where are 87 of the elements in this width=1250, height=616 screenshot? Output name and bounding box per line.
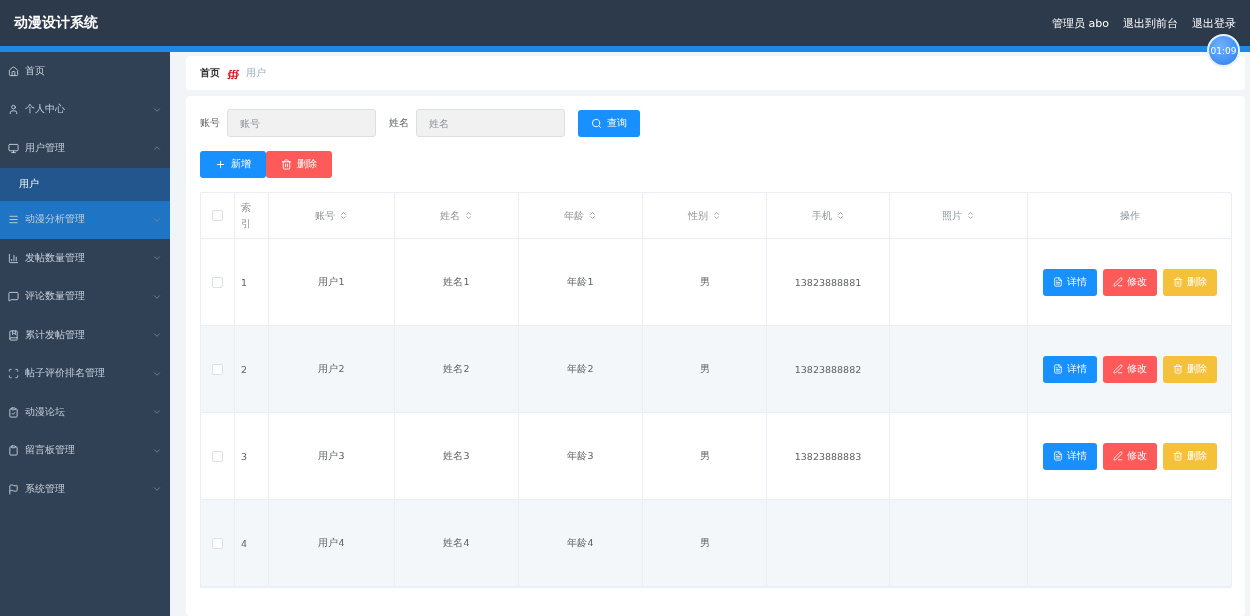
checkbox[interactable] xyxy=(212,276,223,288)
header-link[interactable]: 退出登录 xyxy=(1192,15,1236,31)
sort-icon xyxy=(966,211,975,220)
home-icon xyxy=(8,65,19,77)
table-cell: 13823888882 xyxy=(767,326,890,413)
sidebar-item[interactable]: 个人中心 xyxy=(0,90,170,129)
pen-icon xyxy=(1112,364,1123,374)
column-header: 操作 xyxy=(1119,208,1140,223)
table-cell: 年龄4 xyxy=(519,500,643,587)
table-cell: 姓名2 xyxy=(395,326,519,413)
frame-corners-icon xyxy=(8,368,19,380)
document-icon xyxy=(1052,277,1063,287)
breadcrumb-link[interactable]: 首页 xyxy=(200,66,220,80)
sort-icon xyxy=(339,211,348,220)
table-cell: 姓名3 xyxy=(395,413,519,500)
sidebar-subitem[interactable]: 用户 xyxy=(0,167,170,201)
sidebar-item[interactable]: 留言板管理 xyxy=(0,431,170,470)
monitor-icon xyxy=(8,142,19,154)
search-icon xyxy=(591,117,602,129)
table-cell: 男 xyxy=(643,413,767,500)
trash-icon xyxy=(281,159,292,170)
table-cell: 用户2 xyxy=(269,326,395,413)
pen-icon xyxy=(1112,277,1123,287)
menu-icon xyxy=(8,214,19,226)
plus-icon xyxy=(215,159,226,170)
table-cell: 年龄2 xyxy=(519,326,643,413)
sidebar-item[interactable]: 首页 xyxy=(0,52,170,91)
chat-bubble-icon xyxy=(8,291,19,303)
book-icon xyxy=(8,329,19,341)
header-link[interactable]: 退出到前台 xyxy=(1123,15,1178,31)
trash-icon xyxy=(1172,451,1183,461)
bar-chart-icon xyxy=(8,252,19,264)
column-header: 姓名 xyxy=(440,208,460,223)
table-cell: 13823888881 xyxy=(767,239,890,326)
document-icon xyxy=(1052,451,1063,461)
table-cell: 4 xyxy=(235,500,269,587)
sort-icon xyxy=(712,211,721,220)
table-cell: 2 xyxy=(235,326,269,413)
sidebar-item[interactable]: 发帖数量管理 xyxy=(0,239,170,278)
checkbox[interactable] xyxy=(212,537,223,549)
table-cell: 男 xyxy=(643,326,767,413)
checkbox[interactable] xyxy=(212,450,223,462)
trash-icon xyxy=(1172,364,1183,374)
column-header: 账号 xyxy=(315,208,335,223)
user-icon xyxy=(8,104,19,116)
column-header: 性别 xyxy=(688,208,708,223)
table-cell: 用户1 xyxy=(269,239,395,326)
sidebar-item[interactable]: 帖子评价排名管理 xyxy=(0,354,170,393)
sort-icon xyxy=(588,211,597,220)
column-header: 手机 xyxy=(811,208,832,223)
sidebar-item[interactable]: 动漫论坛 xyxy=(0,393,170,432)
clipboard-check-icon xyxy=(8,406,19,418)
sidebar-item[interactable]: 评论数量管理 xyxy=(0,277,170,316)
table-cell: 年龄3 xyxy=(519,413,643,500)
sidebar-item[interactable]: 累计发帖管理 xyxy=(0,316,170,355)
table-cell: 姓名4 xyxy=(395,500,519,587)
search-field[interactable]: 姓名 xyxy=(416,109,565,137)
breadcrumb-separator: ∰ xyxy=(227,67,240,79)
pen-icon xyxy=(1112,451,1123,461)
sidebar-item[interactable]: 用户管理 xyxy=(0,129,170,168)
table-cell: 3 xyxy=(235,413,269,500)
table-cell: 13823888883 xyxy=(767,413,890,500)
breadcrumb-current: 用户 xyxy=(246,66,267,80)
table-cell: 用户4 xyxy=(269,500,395,587)
field-label: 账号 xyxy=(200,116,220,130)
trash-icon xyxy=(1172,277,1183,287)
app-title: 动漫设计系统 xyxy=(14,14,98,32)
sidebar-item[interactable]: 系统管理 xyxy=(0,470,170,509)
table-cell: 姓名1 xyxy=(395,239,519,326)
sort-icon xyxy=(464,211,473,220)
checkbox[interactable] xyxy=(212,363,223,375)
sort-icon xyxy=(835,211,845,220)
table-cell: 男 xyxy=(643,500,767,587)
table-cell: 1 xyxy=(235,239,269,326)
column-header: 照片 xyxy=(942,208,962,223)
clipboard-icon xyxy=(8,445,19,457)
table-cell: 年龄1 xyxy=(519,239,643,326)
document-icon xyxy=(1052,364,1063,374)
column-header: 索引 xyxy=(241,201,251,231)
checkbox[interactable] xyxy=(212,210,223,221)
field-label: 姓名 xyxy=(389,116,409,130)
user-label: 管理员 abo xyxy=(1052,15,1109,31)
flag-icon xyxy=(8,483,19,495)
table-cell: 用户3 xyxy=(269,413,395,500)
column-header: 年龄 xyxy=(564,208,584,223)
table-cell: 男 xyxy=(643,239,767,326)
search-field[interactable]: 账号 xyxy=(227,109,376,137)
